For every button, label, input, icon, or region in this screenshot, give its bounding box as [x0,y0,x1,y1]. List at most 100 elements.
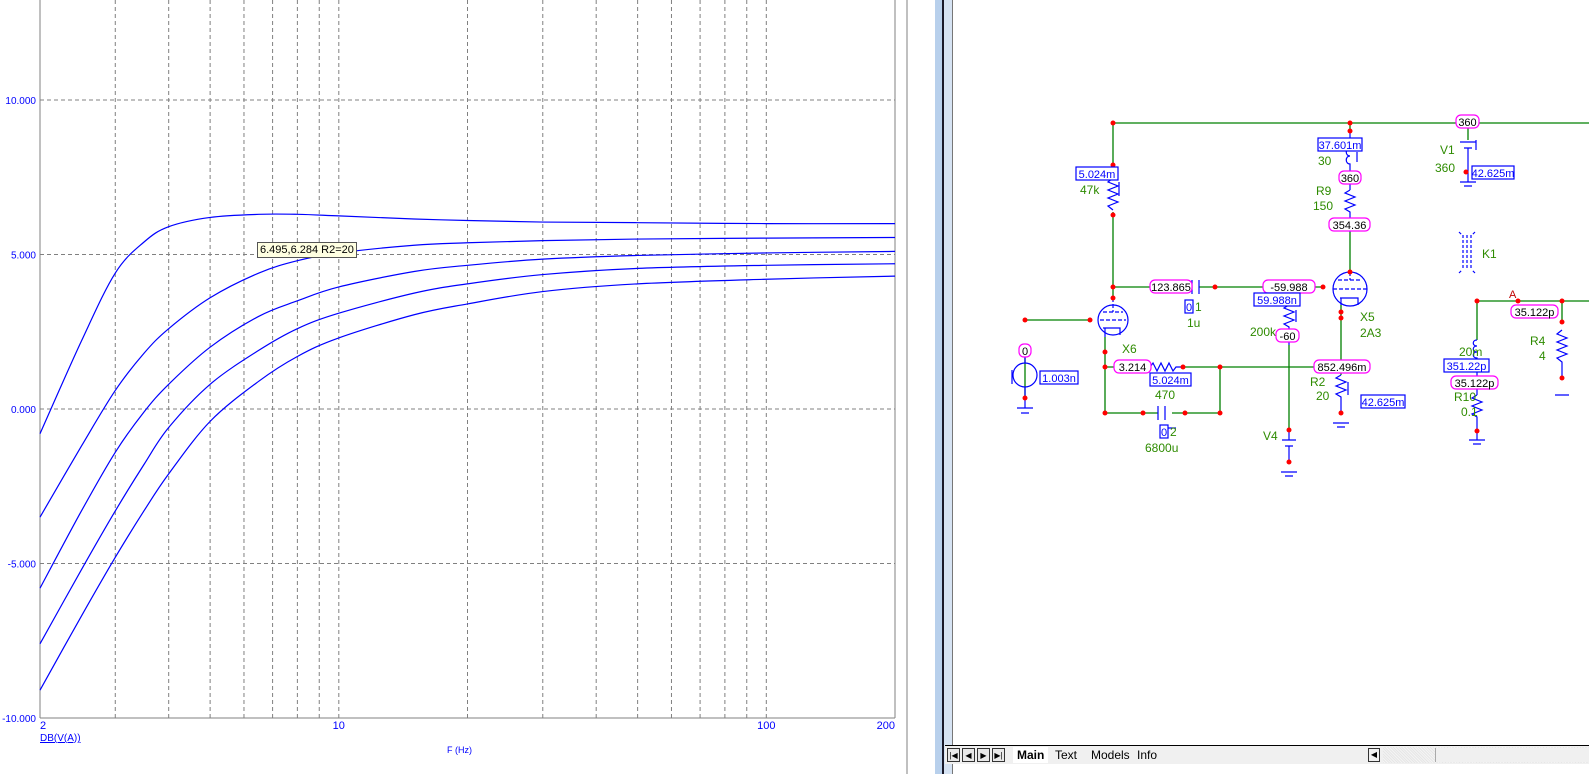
readout-value: 354.36 [1333,220,1367,232]
next-tab-button[interactable]: ▶ [977,748,990,762]
scrollbar-thumb[interactable] [1435,748,1589,762]
label-r10-val: 0.1 [1461,405,1478,419]
readout-value: 5.024m [1152,375,1189,387]
cursor-tooltip: 6.495,6.284 R2=20 [257,242,357,258]
label-r4-val: 4 [1539,349,1546,363]
tab-info[interactable]: Info [1133,747,1161,763]
label-v4: V4 [1263,429,1278,443]
voltage-readout-n-852-496m[interactable]: 852.496m [1313,359,1371,374]
resistor-r2 [1333,374,1349,428]
bode-plot[interactable]: 10.000 5.000 0.000 -5.000 -10.000 2 10 100 200 [0,0,935,774]
node-dot [1110,120,1116,126]
readout-value: 351.22p [1447,361,1487,373]
voltage-readout-n-a[interactable]: 35.122p [1510,304,1559,319]
voltage-readout-n-360-r9[interactable]: 360 [1338,170,1362,185]
capacitor-c1 [1191,280,1200,294]
node-dot [1338,309,1344,315]
label-l-20m: 20m [1459,345,1482,359]
label-r-47k: 47k [1080,183,1100,197]
first-tab-button[interactable]: |◀ [947,748,960,762]
pane-splitter[interactable] [935,0,955,774]
label-r-470: 470 [1155,388,1175,402]
y-tick-label: -5.000 [8,560,37,571]
readout-value: 360 [1341,173,1359,185]
current-readout-i-v1[interactable]: 42.625m [1471,165,1515,180]
node-dot [1463,169,1469,175]
voltage-readout-n-m60[interactable]: -60 [1275,328,1300,343]
label-c1-val: 1u [1187,316,1200,330]
label-r4: R4 [1530,334,1546,348]
tab-main[interactable]: Main [1013,747,1049,763]
node-dot [1102,410,1108,416]
schematic-canvas[interactable]: A 47k1u200kX64706800uV4R915030X52A3R220V… [955,0,1589,745]
node-dot [1559,298,1565,304]
node-dot [1286,459,1292,465]
readout-value: 5.024m [1079,169,1116,181]
transformer-k1 [1458,231,1476,274]
voltage-readout-n-0[interactable]: 0 [1018,343,1032,358]
prev-tab-button[interactable]: ◀ [962,748,975,762]
trace-line-4[interactable] [39,263,896,645]
current-readout-i-r2[interactable]: 42.625m [1360,394,1406,409]
readout-value: 35.122p [1455,378,1495,390]
battery-v4 [1281,430,1297,477]
node-dot [1022,317,1028,323]
readout-value: 0 [1186,302,1192,314]
label-x5: X5 [1360,310,1375,324]
current-readout-i-470[interactable]: 5.024m [1149,372,1192,387]
trace-label[interactable]: DB(V(A)) [40,733,81,744]
label-v1: V1 [1440,143,1455,157]
tab-text[interactable]: Text [1051,747,1081,763]
node-dot [1140,410,1146,416]
node-dot [1320,284,1326,290]
capacitor-c2 [1157,406,1166,420]
current-readout-i-src[interactable]: 1.003n [1039,370,1079,385]
last-tab-button[interactable]: ▶| [992,748,1005,762]
schematic-pane[interactable]: A 47k 1u 200k X6 470 6800u V4 R9 150 30 X5 2A3 R2 20 V… [955,0,1589,745]
x-tick-label: 10 [333,720,345,732]
node-dot [1022,395,1028,401]
resistor-r4 [1555,329,1569,396]
voltage-readout-n-354-36[interactable]: 354.36 [1328,217,1371,232]
current-readout-i-200k[interactable]: 59.988n [1253,292,1301,307]
current-readout-i-47k[interactable]: 5.024m [1075,166,1119,181]
label-c2-index: 2 [1170,425,1177,439]
current-readout-i-c1[interactable]: 0 [1184,299,1194,314]
voltage-readout-n-3-214[interactable]: 3.214 [1113,359,1152,374]
voltage-readout-n-360-v1[interactable]: 360 [1455,114,1480,129]
current-readout-i-l20m[interactable]: 351.22p [1443,358,1490,373]
readout-value: 1.003n [1042,373,1076,385]
sheet-tab-bar: |◀ ◀ ▶ ▶| Main Text Models Info ◀ [945,745,1589,764]
resistor-47k [1106,177,1120,211]
current-readout-i-l30[interactable]: 37.601m [1317,137,1363,152]
label-r9-val: 150 [1313,199,1333,213]
horizontal-scrollbar[interactable] [1383,747,1589,763]
readout-value: 852.496m [1318,362,1367,374]
node-dot [1474,428,1480,434]
node-dot [1474,298,1480,304]
scroll-left-button[interactable]: ◀ [1368,748,1380,762]
node-dot [1338,315,1344,321]
readout-value: 42.625m [1472,168,1515,180]
voltage-readout-n-123-865[interactable]: 123.865 [1149,279,1193,294]
node-dot [1102,349,1108,355]
readout-value: -60 [1280,331,1296,343]
node-dot [1102,364,1108,370]
node-dot [1338,410,1344,416]
label-r-200k: 200k [1250,325,1277,339]
node-dot [1347,269,1353,275]
node-dot [1559,319,1565,325]
readout-value: 37.601m [1319,140,1362,152]
node-dot [1110,284,1116,290]
y-tick-label: 5.000 [11,251,36,262]
readout-value: 42.625m [1362,397,1405,409]
y-tick-label: -10.000 [2,714,36,725]
readout-value: 3.214 [1119,362,1147,374]
voltage-readout-n-r10[interactable]: 35.122p [1450,375,1499,390]
label-c1-index: 1 [1195,300,1202,314]
tab-models[interactable]: Models [1087,747,1134,763]
label-r2-val: 20 [1316,389,1330,403]
node-dot [1180,364,1186,370]
current-readout-i-c2[interactable]: 0 [1159,424,1169,439]
voltage-readout-n-m59-988[interactable]: -59.988 [1262,279,1316,294]
